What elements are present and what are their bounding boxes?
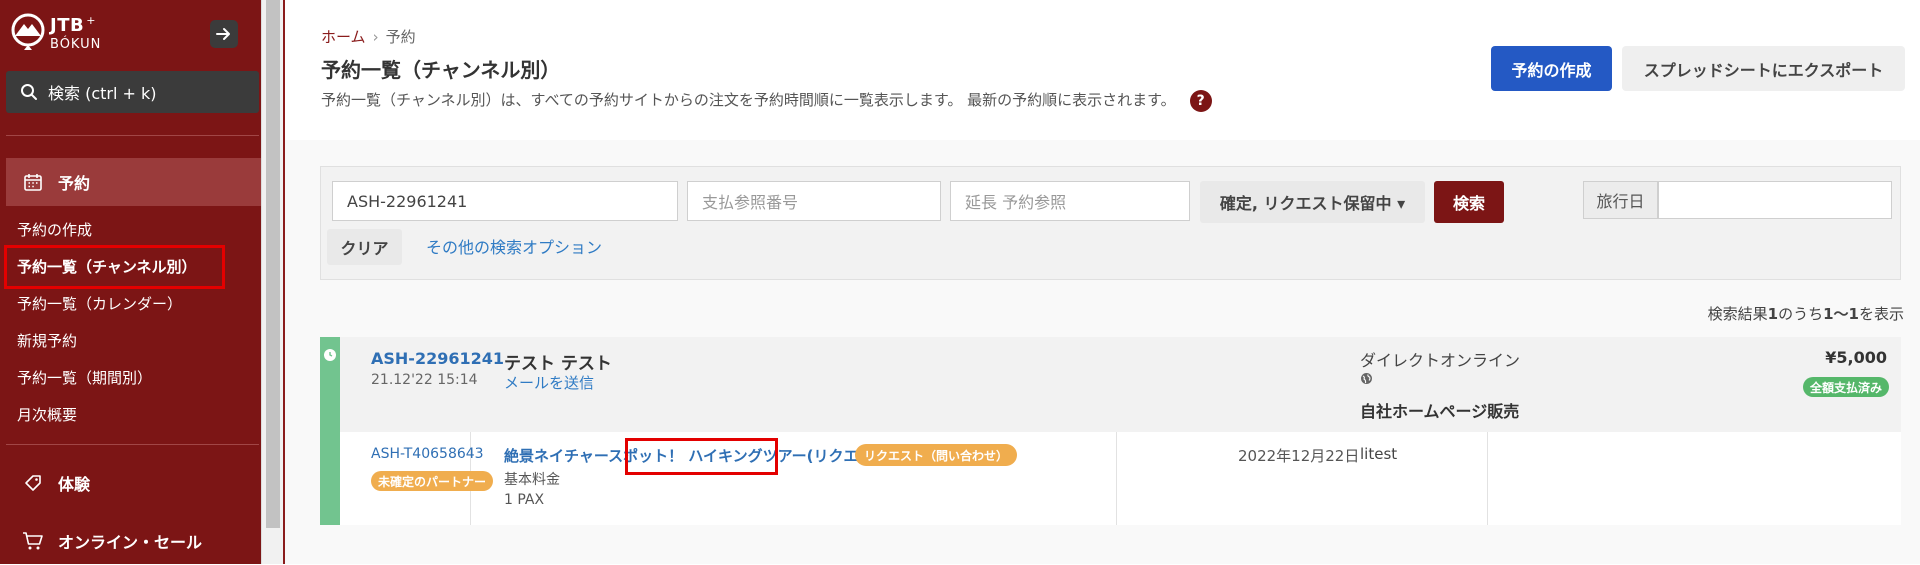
sidebar-item-create-booking[interactable]: 予約の作成 [17, 219, 92, 240]
nav-section-experience[interactable]: 体験 [6, 459, 261, 507]
create-booking-button[interactable]: 予約の作成 [1491, 46, 1612, 91]
page-header: ホーム › 予約 予約一覧（チャンネル別） 予約一覧（チャンネル別）は、すべての予約… [285, 0, 1920, 140]
column-divider [1487, 432, 1488, 525]
sidebar-search[interactable]: 検索 (ctrl + k) [6, 71, 259, 113]
sidebar-item-monthly-summary[interactable]: 月次概要 [17, 404, 77, 425]
sidebar: JTB + BÓKUN 検索 (ctrl + k) 予約 予約の作成 予約一覧（チ… [0, 0, 261, 564]
sidebar-divider [6, 135, 259, 136]
results-count: 検索結果1のうち1〜1を表示 [1707, 305, 1904, 323]
nav-section-booking-label: 予約 [58, 174, 91, 193]
calendar-icon [22, 171, 44, 193]
sidebar-search-label: 検索 (ctrl + k) [48, 84, 157, 103]
collapse-sidebar-button[interactable] [210, 20, 238, 48]
booking-product-row: ASH-T40658643 未確定のパートナー 絶景ネイチャースポット！ ハイキ… [340, 432, 1901, 525]
breadcrumb: ホーム › 予約 [321, 26, 416, 47]
sidebar-item-bookings-calendar[interactable]: 予約一覧（カレンダー） [17, 293, 182, 314]
payment-ref-input[interactable]: 支払参照番号 [687, 181, 941, 221]
sidebar-item-new-booking[interactable]: 新規予約 [17, 330, 77, 351]
product-date: 2022年12月22日 [1238, 447, 1360, 465]
export-spreadsheet-button[interactable]: スプレッドシートにエクスポート [1622, 46, 1905, 91]
product-pax: 1 PAX [504, 492, 545, 508]
nav-section-booking[interactable]: 予約 [6, 158, 261, 206]
seller-name: 自社ホームページ販売 [1360, 402, 1520, 421]
product-rate: 基本料金 [504, 472, 560, 488]
sidebar-item-bookings-by-period[interactable]: 予約一覧（期間別） [17, 367, 152, 388]
nav-section-online-sale[interactable]: オンライン・セール [6, 517, 261, 565]
booking-card: ASH-22961241 21.12'22 15:14 テスト テスト メールを… [320, 337, 1901, 525]
page-description-text: 予約一覧（チャンネル別）は、すべての予約サイトからの注文を予約時間順に一覧表示し… [321, 91, 1176, 109]
status-clock-icon [324, 349, 336, 361]
partner-status-badge: 未確定のパートナー [371, 471, 494, 491]
sidebar-scrollbar[interactable] [261, 0, 284, 564]
brand-subtitle: BÓKUN [50, 37, 102, 52]
send-email-link[interactable]: メールを送信 [504, 372, 594, 393]
help-icon[interactable]: ? [1189, 89, 1212, 112]
main-content: ホーム › 予約 予約一覧（チャンネル別） 予約一覧（チャンネル別）は、すべての予約… [285, 0, 1920, 564]
product-note: litest [1360, 445, 1398, 463]
sidebar-divider [6, 444, 259, 445]
payment-status-badge: 全額支払済み [1802, 377, 1889, 397]
page-title: 予約一覧（チャンネル別） [321, 58, 561, 82]
breadcrumb-current: 予約 [385, 28, 416, 46]
external-ref-input[interactable]: 延長 予約参照 [950, 181, 1190, 221]
travel-date-input[interactable] [1658, 181, 1892, 219]
tag-icon [22, 472, 44, 494]
booking-id-link[interactable]: ASH-22961241 [371, 349, 504, 368]
search-button[interactable]: 検索 [1434, 181, 1504, 223]
status-filter-dropdown[interactable]: 確定, リクエスト保留中 ▾ [1200, 181, 1425, 223]
highlight-box-sidebar [4, 245, 225, 289]
booking-status-accent [320, 337, 340, 525]
arrow-right-icon [216, 28, 230, 40]
booking-ref-input[interactable]: ASH-22961241 [332, 181, 678, 221]
sidebar-scrollbar-thumb[interactable] [266, 0, 280, 528]
booking-created-date: 21.12'22 15:14 [371, 372, 478, 388]
nav-section-online-sale-label: オンライン・セール [58, 533, 203, 552]
highlight-box-product-id [625, 438, 778, 475]
travel-date-label: 旅行日 [1583, 181, 1658, 219]
nav-section-experience-label: 体験 [58, 475, 91, 494]
breadcrumb-separator: › [372, 28, 379, 46]
page-description: 予約一覧（チャンネル別）は、すべての予約サイトからの注文を予約時間順に一覧表示し… [321, 89, 1212, 112]
product-booking-id-link[interactable]: ASH-T40658643 [371, 446, 484, 462]
more-search-options-link[interactable]: その他の検索オプション [426, 234, 602, 258]
cart-icon [22, 530, 44, 552]
booking-summary-row: ASH-22961241 21.12'22 15:14 テスト テスト メールを… [340, 337, 1901, 432]
booking-channel: ダイレクトオンライン [1360, 351, 1521, 370]
globe-icon [1360, 372, 1373, 385]
column-divider [1116, 432, 1117, 525]
customer-name: テスト テスト [504, 354, 612, 374]
request-status-badge: リクエスト（問い合わせ） [855, 444, 1018, 466]
breadcrumb-home-link[interactable]: ホーム [321, 28, 366, 46]
brand-name: JTB + [50, 14, 96, 36]
clear-button[interactable]: クリア [327, 229, 402, 265]
search-icon [20, 83, 38, 101]
booking-price: ¥5,000 [1825, 348, 1887, 367]
